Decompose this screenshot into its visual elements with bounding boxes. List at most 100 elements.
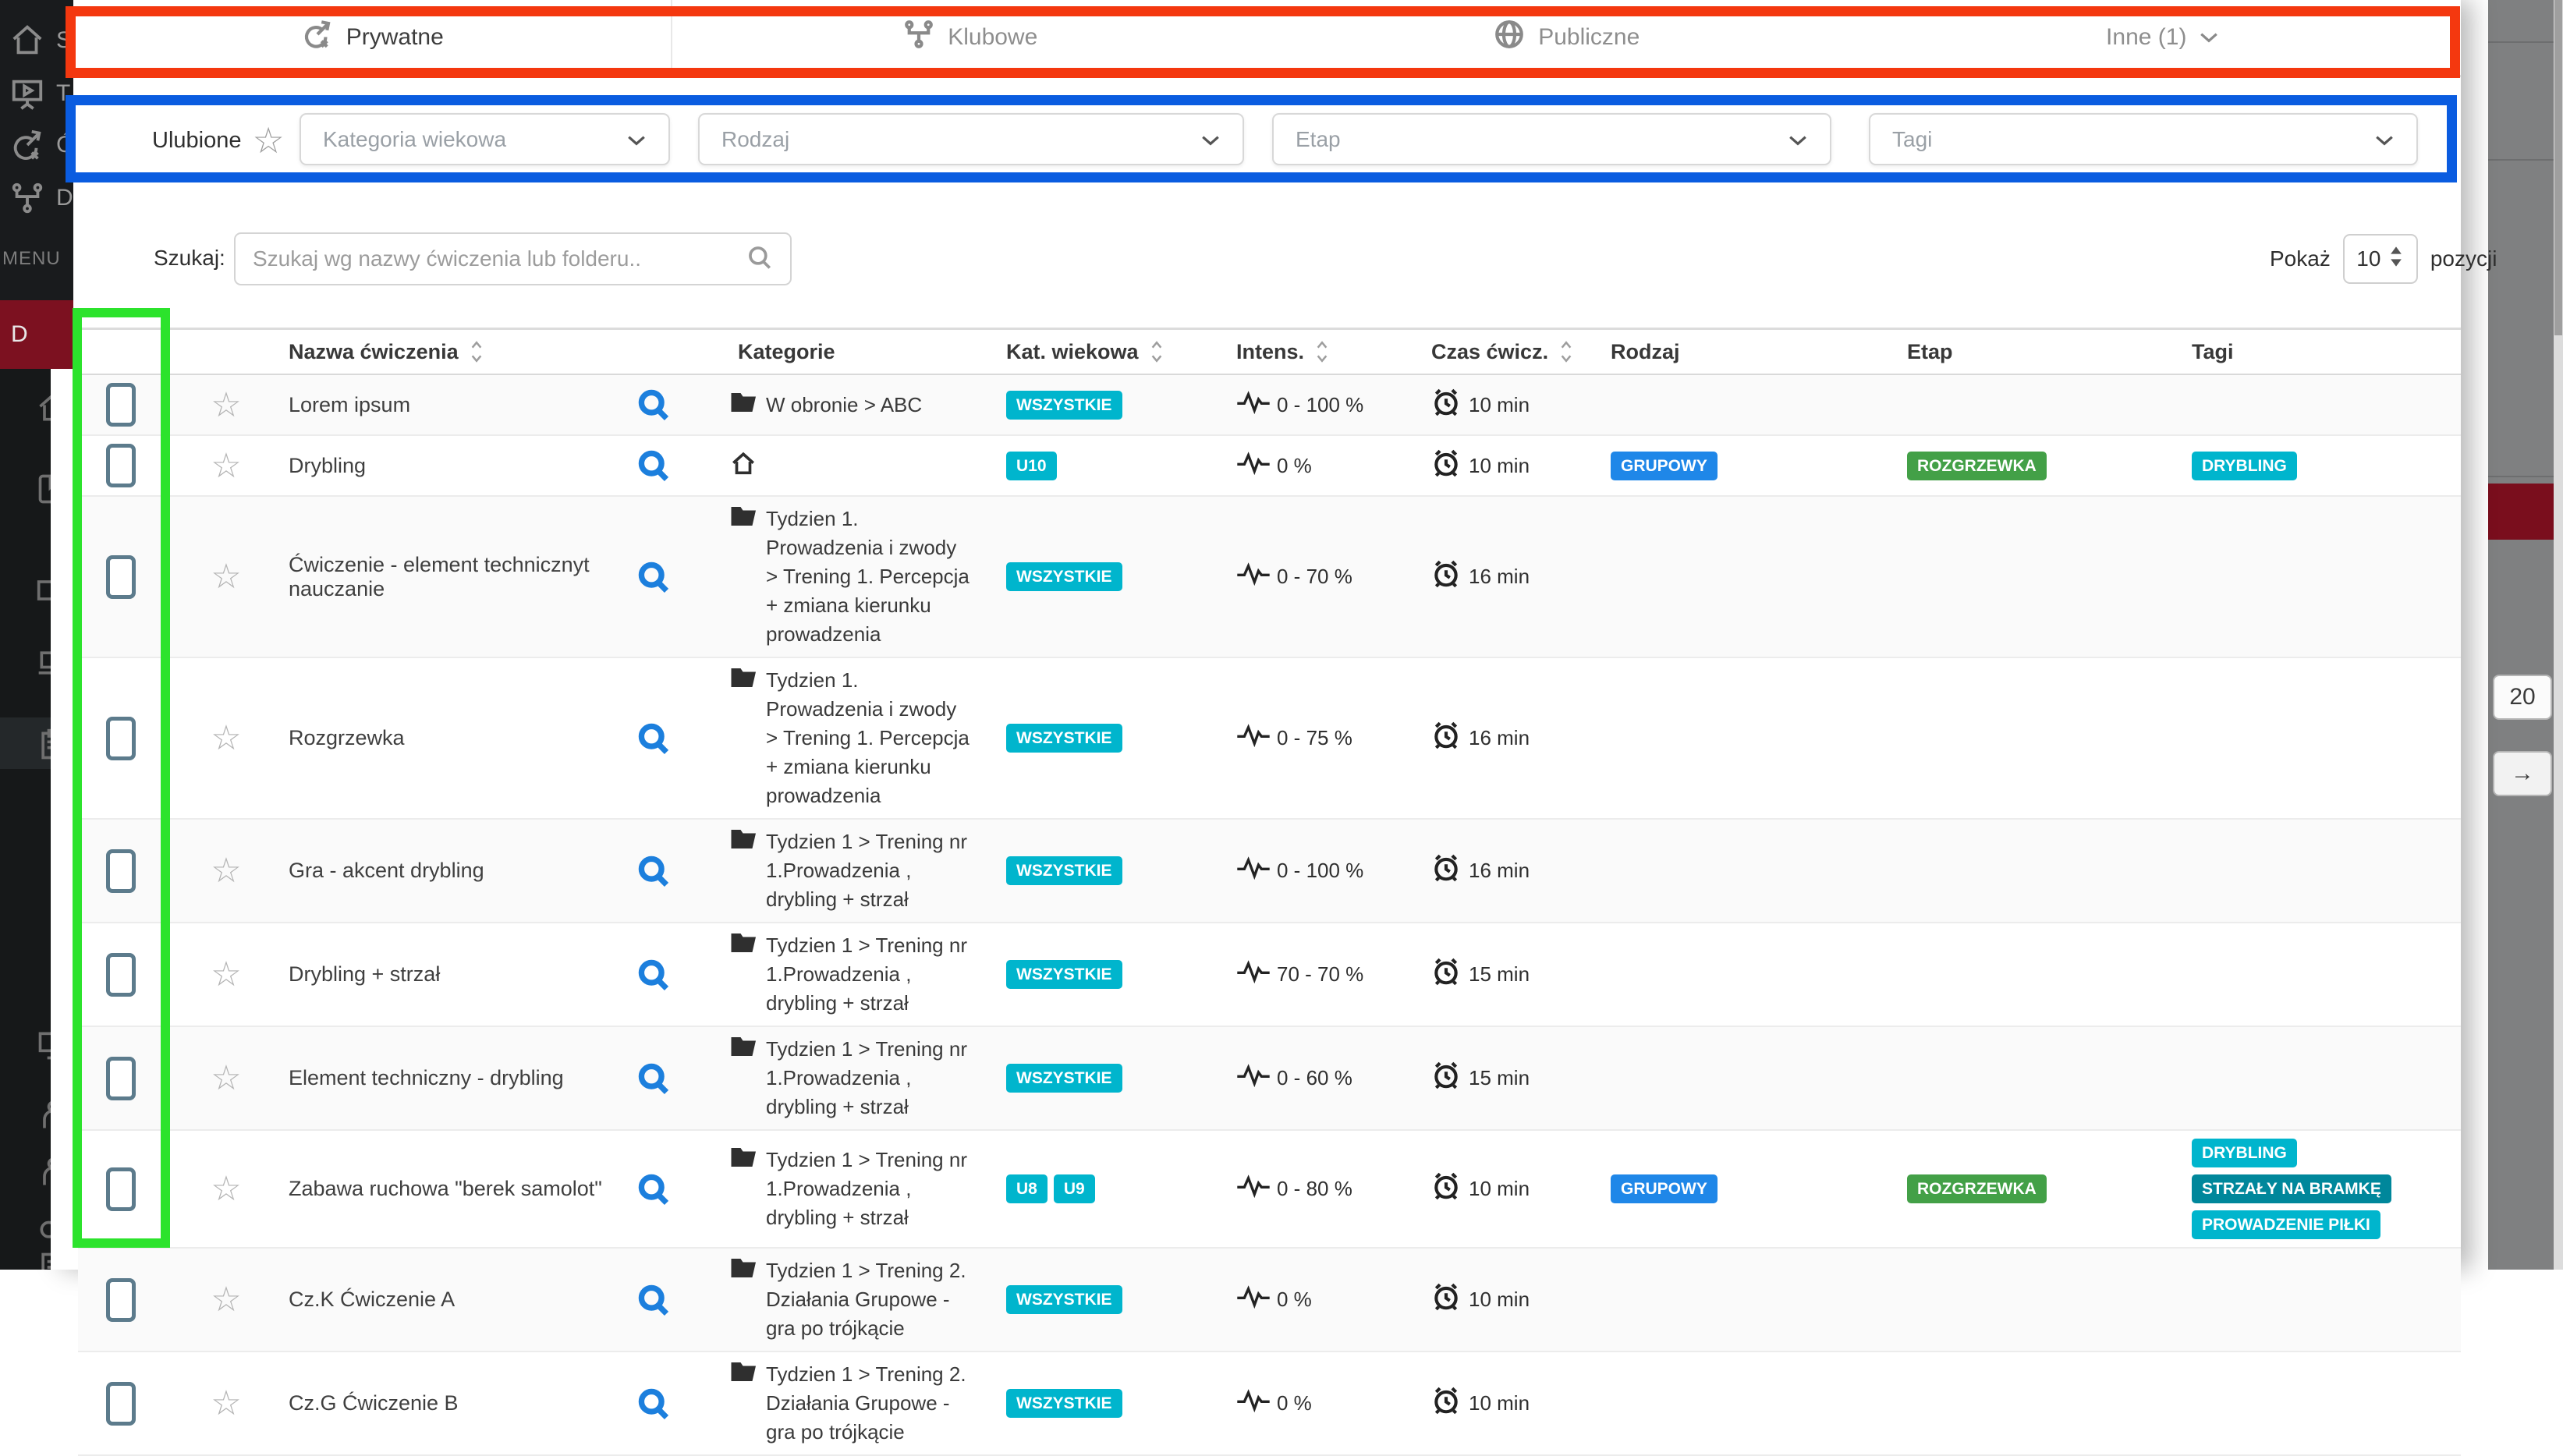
filter-kategoria-wiekowa[interactable]: Kategoria wiekowa: [300, 113, 670, 165]
tags-cell: [2176, 1396, 2461, 1412]
pulse-icon: [1236, 1064, 1271, 1093]
camera-icon[interactable]: [36, 573, 51, 608]
doc-icon[interactable]: [36, 1250, 51, 1270]
tags-cell: [2176, 1071, 2461, 1086]
preview-magnifier-icon[interactable]: [632, 1379, 725, 1429]
row-checkbox[interactable]: [106, 555, 136, 599]
sidebar-item[interactable]: D: [0, 176, 73, 220]
age-category-cell: WSZYSTKIE: [975, 716, 1213, 760]
table-row: ☆ Cz.K Ćwiczenie A Tydzien 1 > Trening 2…: [78, 1249, 2461, 1352]
favorite-star-icon[interactable]: ☆: [164, 947, 289, 1002]
row-checkbox[interactable]: [106, 953, 136, 997]
column-header[interactable]: Nazwa ćwiczenia: [289, 332, 632, 372]
sidebar-item-label: D: [11, 321, 28, 348]
category-cell: Tydzien 1 > Trening nr 1.Prowadzenia , d…: [725, 923, 975, 1026]
preview-magnifier-icon[interactable]: [632, 441, 725, 491]
page-size-stepper[interactable]: 10: [2343, 234, 2418, 284]
row-checkbox[interactable]: [106, 1167, 136, 1211]
filter-etap[interactable]: Etap: [1272, 113, 1831, 165]
preview-magnifier-icon[interactable]: [632, 552, 725, 602]
chevron-down-icon: [626, 127, 647, 152]
favorite-star-icon[interactable]: ☆: [164, 438, 289, 494]
row-checkbox[interactable]: [106, 1278, 136, 1322]
column-header[interactable]: Intens.: [1213, 332, 1408, 372]
age-badge: U8: [1006, 1174, 1048, 1203]
preview-magnifier-icon[interactable]: [632, 1164, 725, 1214]
exercise-name: Zabawa ruchowa "berek samolot": [289, 1169, 632, 1209]
duration-cell: 10 min: [1408, 1164, 1591, 1214]
book-icon[interactable]: [36, 472, 51, 506]
row-checkbox[interactable]: [106, 849, 136, 893]
age-badge: WSZYSTKIE: [1006, 1389, 1122, 1418]
folder-open-icon: [730, 827, 758, 855]
filter-placeholder: Tagi: [1892, 127, 1932, 152]
whistle-icon[interactable]: [36, 1210, 51, 1244]
folder-open-icon: [730, 1360, 758, 1387]
favorite-star-icon[interactable]: ☆: [164, 1161, 289, 1217]
favorite-star-icon[interactable]: ☆: [164, 710, 289, 766]
tab-prywatne[interactable]: Prywatne: [74, 0, 672, 77]
preview-magnifier-icon[interactable]: [632, 1054, 725, 1104]
intensity-cell: 0 %: [1213, 1277, 1408, 1322]
monitor-icon[interactable]: [36, 1028, 51, 1062]
sort-icon[interactable]: [470, 340, 484, 363]
filter-rodzaj[interactable]: Rodzaj: [698, 113, 1244, 165]
tab-inne[interactable]: Inne (1): [1865, 0, 2462, 77]
category-cell: W obronie > ABC: [725, 383, 975, 427]
filter-tagi[interactable]: Tagi: [1869, 113, 2418, 165]
tab-publiczne[interactable]: Publiczne: [1268, 0, 1865, 77]
sidebar-item[interactable]: S: [0, 19, 73, 62]
favorite-star-icon[interactable]: ☆: [164, 1272, 289, 1327]
backdrop-number-input[interactable]: 20: [2493, 675, 2552, 720]
scrollbar-thumb[interactable]: [2554, 0, 2562, 335]
row-checkbox[interactable]: [106, 444, 136, 487]
backdrop-next-arrow-button[interactable]: →: [2493, 751, 2552, 796]
preview-magnifier-icon[interactable]: [632, 1275, 725, 1325]
favorite-star-icon[interactable]: ☆: [164, 549, 289, 604]
sidebar-item[interactable]: Ć: [0, 123, 73, 167]
sort-icon[interactable]: [1315, 340, 1329, 363]
row-checkbox[interactable]: [106, 383, 136, 427]
preview-magnifier-icon[interactable]: [632, 714, 725, 763]
person-icon[interactable]: [36, 1098, 51, 1132]
favorite-star-icon[interactable]: ☆: [164, 377, 289, 433]
intensity-cell: 0 - 80 %: [1213, 1167, 1408, 1211]
sidebar-item[interactable]: T: [0, 72, 73, 115]
row-checkbox[interactable]: [106, 1382, 136, 1426]
favorites-toggle[interactable]: Ulubione ☆: [152, 117, 285, 164]
duration-cell: 10 min: [1408, 441, 1591, 491]
sidebar-item-active[interactable]: D: [0, 300, 73, 369]
alarm-clock-icon: [1431, 721, 1461, 756]
filter-placeholder: Kategoria wiekowa: [323, 127, 506, 152]
row-checkbox[interactable]: [106, 717, 136, 760]
scrollbar-track[interactable]: [2554, 0, 2563, 1270]
column-header[interactable]: Kat. wiekowa: [975, 332, 1213, 372]
etap-cell: [1884, 1396, 2176, 1412]
tab-klubowe[interactable]: Klubowe: [672, 0, 1269, 77]
duration-cell: 15 min: [1408, 949, 1591, 1000]
sort-icon[interactable]: [1559, 340, 1573, 363]
row-checkbox[interactable]: [106, 1057, 136, 1100]
person-icon[interactable]: [36, 1155, 51, 1189]
home-icon[interactable]: [36, 391, 51, 425]
column-header: Rodzaj: [1591, 332, 1884, 372]
star-icon[interactable]: ☆: [252, 122, 284, 158]
preview-magnifier-icon[interactable]: [632, 950, 725, 1000]
pulse-icon: [1236, 1174, 1271, 1203]
preview-magnifier-icon[interactable]: [632, 846, 725, 896]
favorite-star-icon[interactable]: ☆: [164, 843, 289, 898]
sort-icon[interactable]: [1150, 340, 1164, 363]
search-input[interactable]: [253, 246, 746, 271]
column-header[interactable]: Czas ćwicz.: [1408, 332, 1591, 372]
etap-cell: [1884, 569, 2176, 585]
intensity-cell: 0 - 100 %: [1213, 383, 1408, 427]
favorite-star-icon[interactable]: ☆: [164, 1050, 289, 1106]
age-badge: WSZYSTKIE: [1006, 960, 1122, 989]
laptop-icon[interactable]: [36, 646, 51, 680]
favorite-star-icon[interactable]: ☆: [164, 1376, 289, 1431]
rodzaj-cell: [1591, 397, 1884, 413]
column-header: Tagi: [2176, 332, 2461, 372]
clipboard-icon[interactable]: [36, 728, 51, 762]
preview-magnifier-icon[interactable]: [632, 380, 725, 430]
folder-open-icon: [730, 1256, 758, 1284]
